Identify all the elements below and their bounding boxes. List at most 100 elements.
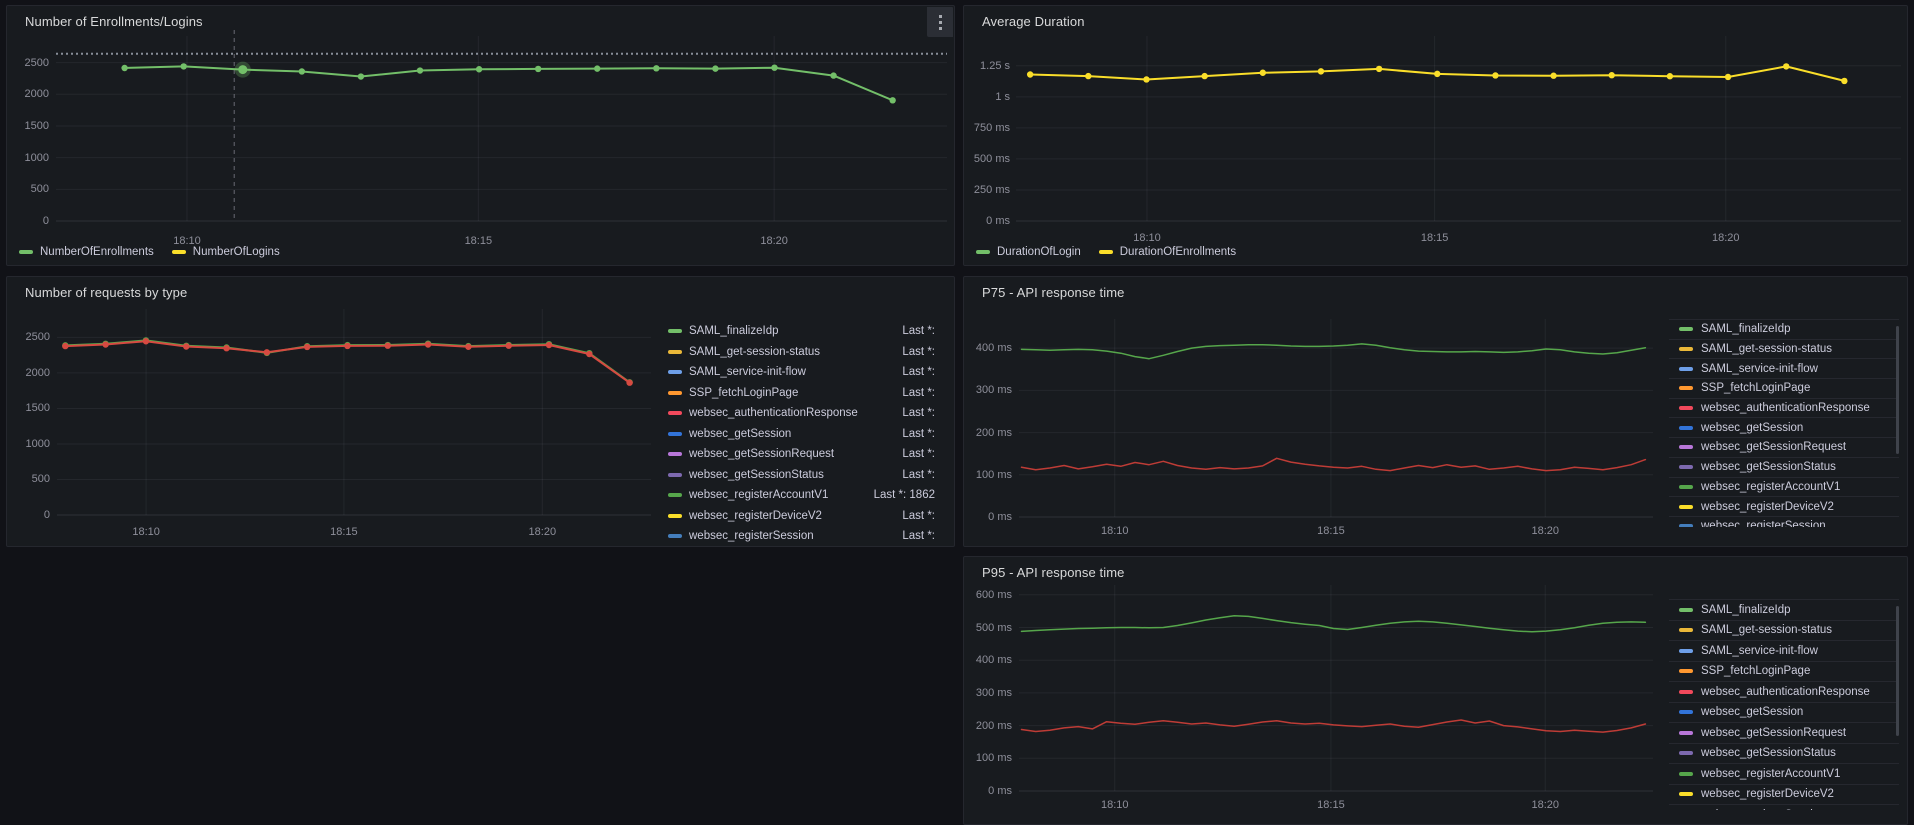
requests-by-type-chart[interactable]: 0500100015002000250018:1018:1518:20SAML_…: [7, 277, 954, 546]
legend-series-label[interactable]: websec_getSession: [689, 428, 791, 440]
legend-scrollbar[interactable]: [1896, 326, 1899, 454]
legend-row[interactable]: SAML_get-session-status: [1669, 621, 1899, 642]
legend-scroll-list: SAML_finalizeIdpSAML_get-session-statusS…: [1669, 319, 1899, 527]
legend-series-swatch: [668, 534, 682, 538]
legend-item[interactable]: NumberOfLogins: [172, 246, 280, 258]
legend-last-value: Last *:: [902, 346, 935, 358]
legend-series-label[interactable]: SSP_fetchLoginPage: [689, 387, 798, 399]
legend-series-label: websec_getSessionRequest: [1701, 441, 1846, 453]
legend-last-value: Last *:: [902, 428, 935, 440]
legend-last-value: Last *: 1862: [874, 489, 935, 501]
legend-series-label: websec_getSessionStatus: [1701, 461, 1836, 473]
legend-series-swatch: [1679, 751, 1693, 755]
legend-row[interactable]: websec_registerAccountV1: [1669, 478, 1899, 498]
legend-series-swatch: [668, 350, 682, 354]
legend-series-label: SSP_fetchLoginPage: [1701, 665, 1810, 677]
p95-response-chart[interactable]: 0 ms100 ms200 ms300 ms400 ms500 ms600 ms…: [964, 557, 1907, 824]
p2-plot-canvas[interactable]: [964, 6, 1909, 267]
legend-series-swatch: [668, 473, 682, 477]
legend-series-swatch: [1679, 628, 1693, 632]
legend-series-swatch: [1679, 406, 1693, 410]
legend-last-value: Last *:: [902, 530, 935, 542]
legend-row[interactable]: websec_getSessionStatusLast *:: [668, 465, 935, 486]
legend-row[interactable]: websec_getSessionRequestLast *:: [668, 444, 935, 465]
legend-series-swatch: [668, 411, 682, 415]
legend-item[interactable]: NumberOfEnrollments: [19, 246, 154, 258]
legend-row[interactable]: websec_registerAccountV1 Last *: 1862: [668, 485, 935, 506]
legend-row[interactable]: websec_registerAccountV1: [1669, 764, 1899, 785]
legend-series-swatch: [668, 432, 682, 436]
legend-last-value: Last *:: [902, 510, 935, 522]
legend-series-label[interactable]: websec_getSessionStatus: [689, 469, 824, 481]
legend-series-swatch: [19, 250, 33, 254]
legend-row[interactable]: websec_getSessionStatus: [1669, 744, 1899, 765]
p75-response-chart[interactable]: 0 ms100 ms200 ms300 ms400 ms18:1018:1518…: [964, 277, 1907, 546]
legend: DurationOfLogin DurationOfEnrollments: [976, 246, 1236, 258]
legend-series-label: websec_registerSession: [1701, 809, 1826, 810]
legend-item[interactable]: DurationOfLogin: [976, 246, 1081, 258]
legend-row[interactable]: SAML_finalizeIdp Last *:: [668, 321, 935, 342]
legend-item[interactable]: DurationOfEnrollments: [1099, 246, 1236, 258]
legend-series-swatch: [1679, 465, 1693, 469]
legend-row[interactable]: SSP_fetchLoginPage: [1669, 379, 1899, 399]
legend-series-swatch: [1679, 792, 1693, 796]
legend-series-swatch: [1679, 485, 1693, 489]
legend-row[interactable]: SSP_fetchLoginPage: [1669, 662, 1899, 683]
legend-series-label: NumberOfLogins: [193, 246, 280, 258]
legend-row[interactable]: SAML_finalizeIdp: [1669, 320, 1899, 340]
legend-series-label[interactable]: SAML_finalizeIdp: [689, 325, 779, 337]
legend-row[interactable]: SAML_finalizeIdp: [1669, 600, 1899, 621]
legend-last-value: Last *:: [902, 325, 935, 337]
legend-series-swatch: [1679, 505, 1693, 509]
legend-series-label: SSP_fetchLoginPage: [1701, 382, 1810, 394]
legend-series-label[interactable]: websec_authenticationResponse: [689, 407, 858, 419]
average-duration-chart[interactable]: 0 ms250 ms500 ms750 ms1 s1.25 s18:1018:1…: [964, 6, 1907, 265]
legend-series-swatch: [1679, 669, 1693, 673]
legend-series-label[interactable]: websec_registerDeviceV2: [689, 510, 822, 522]
legend-row[interactable]: websec_getSession Last *:: [668, 424, 935, 445]
legend-row[interactable]: SAML_service-init-flow: [1669, 359, 1899, 379]
legend-last-value: Last *:: [902, 366, 935, 378]
legend-row[interactable]: websec_registerDeviceV2: [1669, 497, 1899, 517]
legend-row[interactable]: websec_registerDeviceV2 Last *:: [668, 506, 935, 527]
legend-last-value: Last *:: [902, 387, 935, 399]
legend-row[interactable]: SAML_get-session-status: [1669, 340, 1899, 360]
legend-scrollbar[interactable]: [1896, 606, 1899, 736]
legend-row[interactable]: SAML_get-session-status Last *:: [668, 342, 935, 363]
legend-series-label[interactable]: websec_registerAccountV1: [689, 489, 828, 501]
legend-row[interactable]: websec_getSession: [1669, 703, 1899, 724]
legend-row[interactable]: websec_authenticationResponse: [1669, 399, 1899, 419]
panel-requests-by-type: Number of requests by type 0500100015002…: [6, 276, 955, 547]
legend-series-label[interactable]: SAML_get-session-status: [689, 346, 820, 358]
legend-row[interactable]: websec_getSession: [1669, 418, 1899, 438]
legend-series-label[interactable]: websec_registerSession: [689, 530, 814, 542]
legend-row[interactable]: SAML_service-init-flow: [1669, 641, 1899, 662]
enrollments-chart[interactable]: 0500100015002000250018:1018:1518:20Numbe…: [7, 6, 954, 265]
legend-row[interactable]: websec_registerDeviceV2: [1669, 785, 1899, 806]
legend-row[interactable]: websec_registerSession: [1669, 805, 1899, 810]
legend-row[interactable]: websec_registerSession Last *:: [668, 526, 935, 547]
legend-row[interactable]: websec_registerSession: [1669, 517, 1899, 527]
legend-row[interactable]: websec_authenticationResponse: [1669, 682, 1899, 703]
legend-series-swatch: [1099, 250, 1113, 254]
legend-series-swatch: [668, 391, 682, 395]
legend-series-label: websec_registerDeviceV2: [1701, 788, 1834, 800]
legend-row[interactable]: SAML_service-init-flow Last *:: [668, 362, 935, 383]
panel-enrollments-logins: Number of Enrollments/Logins 05001000150…: [6, 5, 955, 266]
legend-series-swatch: [1679, 690, 1693, 694]
legend-series-label: websec_registerAccountV1: [1701, 768, 1840, 780]
legend-row[interactable]: websec_getSessionStatus: [1669, 458, 1899, 478]
legend-row[interactable]: SSP_fetchLoginPage Last *:: [668, 383, 935, 404]
legend-series-label[interactable]: SAML_service-init-flow: [689, 366, 806, 378]
legend-series-swatch: [668, 493, 682, 497]
legend-series-swatch: [668, 514, 682, 518]
legend-series-label: websec_registerDeviceV2: [1701, 501, 1834, 513]
legend-series-swatch: [1679, 327, 1693, 331]
legend-series-swatch: [1679, 367, 1693, 371]
legend-row[interactable]: websec_getSessionRequest: [1669, 438, 1899, 458]
legend-row[interactable]: websec_authenticationResponseLast *:: [668, 403, 935, 424]
legend-row[interactable]: websec_getSessionRequest: [1669, 723, 1899, 744]
p1-plot-canvas[interactable]: [7, 6, 956, 267]
legend-series-swatch: [1679, 649, 1693, 653]
legend-series-label[interactable]: websec_getSessionRequest: [689, 448, 834, 460]
